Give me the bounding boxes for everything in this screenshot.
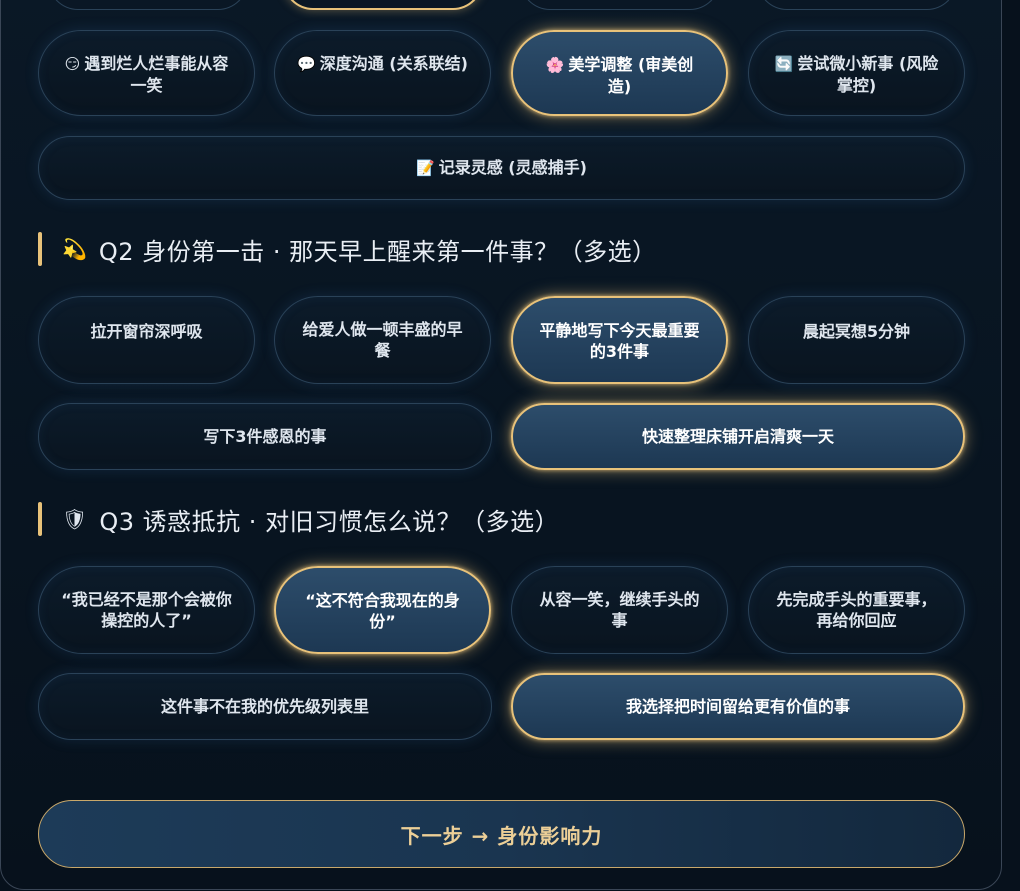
heading-accent-bar [38, 502, 42, 536]
q1-option-smile-calmly[interactable]: 😏 遇到烂人烂事能从容一笑 [38, 30, 255, 116]
q3-option-not-controlled[interactable]: “我已经不是那个会被你操控的人了” [38, 566, 255, 654]
refresh-icon: 🔄 [774, 55, 794, 73]
smirk-face-icon: 😏 [64, 55, 81, 73]
option-chip-partial[interactable] [757, 0, 957, 10]
shield-icon: 🛡 [62, 507, 88, 531]
q1-option-record-inspiration[interactable]: 📝 记录灵感 (灵感捕手) [38, 136, 965, 200]
q2-option-top3-tasks[interactable]: 平静地写下今天最重要的3件事 [511, 296, 728, 384]
option-chip-partial[interactable] [48, 0, 248, 10]
q3-option-finish-first[interactable]: 先完成手头的重要事，再给你回应 [748, 566, 965, 654]
q3-option-valuable-time[interactable]: 我选择把时间留给更有价值的事 [511, 673, 965, 740]
next-step-button[interactable]: 下一步 → 身份影响力 [38, 800, 965, 868]
q3-title: Q3 诱惑抵抗 · 对旧习惯怎么说？（多选） [99, 507, 560, 536]
q3-option-not-priority[interactable]: 这件事不在我的优先级列表里 [38, 673, 492, 740]
dizzy-star-icon: 💫 [62, 237, 87, 261]
q3-option-smile-continue[interactable]: 从容一笑，继续手头的事 [511, 566, 728, 654]
memo-icon: 📝 [416, 159, 435, 177]
q2-title: Q2 身份第一击 · 那天早上醒来第一件事？（多选） [98, 237, 657, 266]
option-chip-partial-selected[interactable] [283, 0, 483, 10]
q2-option-make-bed[interactable]: 快速整理床铺开启清爽一天 [511, 403, 965, 470]
speech-bubble-icon: 💬 [297, 55, 316, 73]
q1-option-new-things[interactable]: 🔄 尝试微小新事 (风险掌控) [748, 30, 965, 116]
heading-accent-bar [38, 232, 42, 266]
option-chip-partial[interactable] [520, 0, 720, 10]
q3-heading: 🛡 Q3 诱惑抵抗 · 对旧习惯怎么说？（多选） [38, 502, 559, 536]
q2-option-meditation[interactable]: 晨起冥想5分钟 [748, 296, 965, 384]
q2-option-open-curtains[interactable]: 拉开窗帘深呼吸 [38, 296, 255, 384]
q2-option-gratitude[interactable]: 写下3件感恩的事 [38, 403, 492, 470]
q2-option-breakfast[interactable]: 给爱人做一顿丰盛的早餐 [274, 296, 491, 384]
q2-heading: 💫 Q2 身份第一击 · 那天早上醒来第一件事？（多选） [38, 232, 657, 266]
q1-option-deep-talk[interactable]: 💬 深度沟通 (关系联结) [274, 30, 491, 116]
flower-icon: 🌸 [545, 56, 565, 74]
q1-option-aesthetic[interactable]: 🌸 美学调整 (审美创造) [511, 30, 728, 116]
q3-option-not-my-identity[interactable]: “这不符合我现在的身份” [274, 566, 491, 654]
